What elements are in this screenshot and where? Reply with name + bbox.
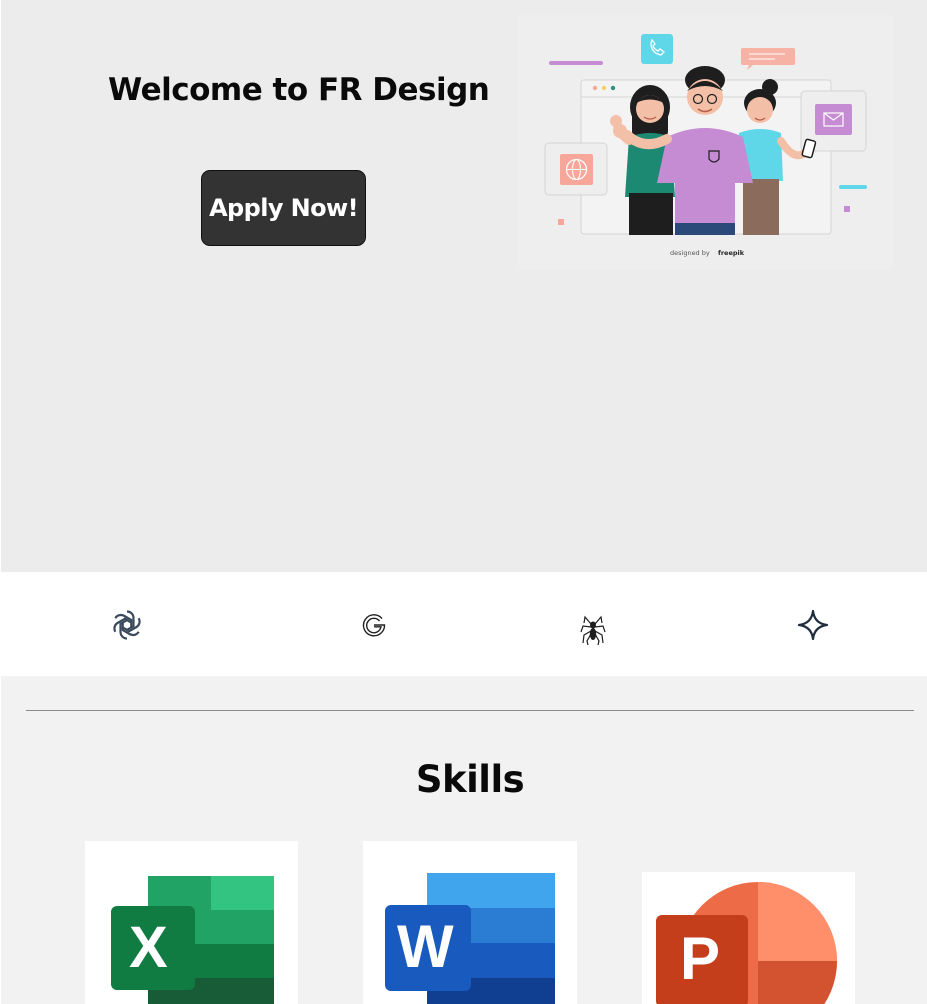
spider-icon [580, 614, 606, 646]
sparkle-star-icon [797, 609, 829, 641]
word-icon: W [363, 841, 577, 1004]
logo-strip [0, 572, 927, 676]
hero-section: Welcome to FR Design Apply Now! designed… [1, 0, 927, 572]
skill-card-powerpoint: P [642, 872, 855, 1004]
powerpoint-letter: P [680, 925, 721, 992]
word-letter: W [397, 913, 454, 980]
team-illustration: designed by freepik [517, 15, 893, 270]
google-g-icon [360, 611, 388, 639]
skills-section: Skills X W P [1, 676, 927, 1004]
skills-title: Skills [415, 758, 525, 801]
hero-title: Welcome to FR Design [108, 72, 490, 108]
apply-now-button[interactable]: Apply Now! [201, 170, 366, 246]
skill-card-excel: X [85, 841, 298, 1004]
skill-card-word: W [363, 841, 577, 1004]
credit-brand: freepik [718, 249, 745, 257]
openai-icon [110, 608, 144, 642]
section-divider [26, 710, 914, 711]
excel-icon: X [85, 841, 298, 1004]
excel-letter: X [129, 915, 168, 980]
credit-prefix: designed by [670, 249, 710, 257]
powerpoint-icon: P [642, 872, 855, 1004]
